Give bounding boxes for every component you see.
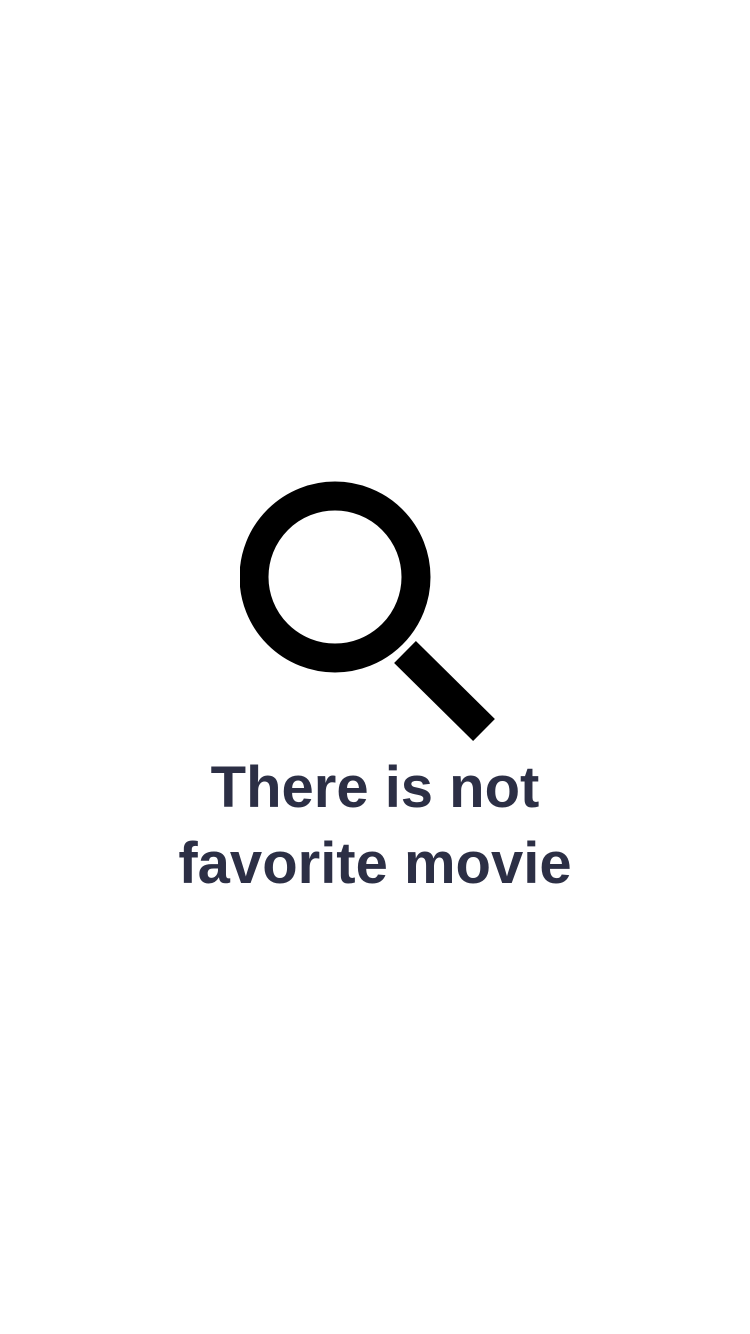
favorites-screen: There is not favorite movie xyxy=(0,0,750,1334)
empty-state: There is not favorite movie xyxy=(0,480,750,902)
empty-state-message: There is not favorite movie xyxy=(178,755,572,896)
search-icon xyxy=(240,480,510,742)
